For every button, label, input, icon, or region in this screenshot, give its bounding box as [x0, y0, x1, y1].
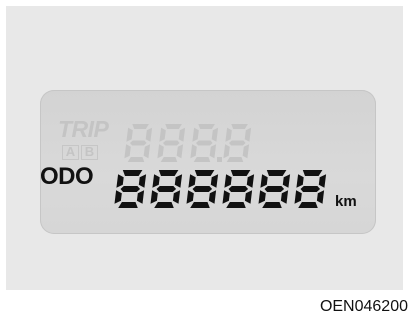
odo-segment-c — [208, 190, 217, 204]
odo-segment-a — [230, 170, 251, 176]
odo-segment-g — [120, 186, 141, 192]
trip-digit-3 — [223, 124, 252, 162]
odo-segment-a — [158, 170, 179, 176]
odo-digit-2 — [186, 170, 219, 208]
trip-segment-e — [223, 144, 230, 159]
trip-segment-c — [176, 144, 184, 159]
figure-canvas: TRIP A B ODO km OEN046200 — [0, 0, 408, 321]
odo-digit-5 — [294, 170, 327, 208]
odo-segment-e — [114, 190, 122, 204]
odo-segment-g — [300, 186, 321, 192]
odo-digit-3 — [222, 170, 255, 208]
trip-segment-b — [178, 127, 186, 142]
trip-segment-e — [157, 144, 164, 159]
trip-decimal-point — [217, 157, 222, 162]
trip-digit-1 — [157, 124, 186, 162]
trip-segment-g — [229, 140, 246, 146]
odo-segment-b — [138, 174, 147, 188]
trip-segment-a — [165, 124, 182, 129]
odo-segment-g — [192, 186, 213, 192]
trip-segment-d — [226, 157, 244, 162]
odo-segment-f — [152, 174, 160, 188]
trip-segment-d — [160, 157, 178, 162]
trip-segment-c — [209, 144, 217, 159]
odo-digit-0 — [114, 170, 147, 208]
odo-digit-1 — [150, 170, 183, 208]
trip-segment-c — [242, 144, 250, 159]
odo-segment-d — [154, 202, 174, 208]
odo-segment-f — [188, 174, 196, 188]
odo-segment-f — [224, 174, 232, 188]
figure-code: OEN046200 — [319, 298, 408, 315]
odo-segment-e — [258, 190, 266, 204]
odo-segment-a — [266, 170, 287, 176]
odo-segment-e — [186, 190, 194, 204]
trip-segment-g — [163, 140, 180, 146]
odo-segment-c — [280, 190, 289, 204]
trip-segment-g — [196, 140, 213, 146]
trip-segment-d — [193, 157, 211, 162]
odo-segment-c — [172, 190, 181, 204]
odo-segment-b — [282, 174, 291, 188]
odo-segment-a — [122, 170, 143, 176]
trip-segment-f — [126, 127, 133, 142]
odo-segment-f — [296, 174, 304, 188]
trip-segment-c — [143, 144, 151, 159]
trip-segment-b — [145, 127, 153, 142]
odo-segment-c — [316, 190, 325, 204]
odo-segment-e — [150, 190, 158, 204]
trip-digit-2 — [190, 124, 219, 162]
odo-segment-c — [136, 190, 145, 204]
odo-label: ODO — [40, 163, 94, 190]
lcd-display: TRIP A B ODO km — [40, 90, 376, 234]
odo-digit-4 — [258, 170, 291, 208]
trip-segment-e — [124, 144, 131, 159]
trip-segment-b — [244, 127, 252, 142]
trip-segment-a — [231, 124, 248, 129]
unit-label: km — [335, 193, 357, 210]
odo-segment-a — [194, 170, 215, 176]
trip-segment-f — [159, 127, 166, 142]
odo-segment-e — [222, 190, 230, 204]
odo-segment-d — [226, 202, 246, 208]
odo-segment-d — [190, 202, 210, 208]
odo-digits — [114, 170, 327, 208]
odo-segment-b — [174, 174, 183, 188]
trip-segment-e — [190, 144, 197, 159]
trip-segment-f — [225, 127, 232, 142]
odo-segment-f — [260, 174, 268, 188]
odo-segment-d — [262, 202, 282, 208]
odo-segment-e — [294, 190, 302, 204]
odo-segment-a — [302, 170, 323, 176]
trip-segment-a — [198, 124, 215, 129]
trip-segment-b — [211, 127, 219, 142]
trip-digits — [124, 124, 252, 162]
trip-segment-a — [132, 124, 149, 129]
odo-segment-d — [298, 202, 318, 208]
trip-segment-d — [127, 157, 145, 162]
odo-segment-d — [118, 202, 138, 208]
odo-segment-b — [210, 174, 219, 188]
odo-segment-g — [228, 186, 249, 192]
odo-segment-c — [244, 190, 253, 204]
trip-digit-0 — [124, 124, 153, 162]
segment-layer — [114, 124, 327, 208]
odo-segment-f — [116, 174, 124, 188]
odo-segment-g — [264, 186, 285, 192]
odo-segment-g — [156, 186, 177, 192]
trip-segment-g — [130, 140, 147, 146]
odo-segment-b — [318, 174, 327, 188]
odo-segment-b — [246, 174, 255, 188]
trip-segment-f — [192, 127, 199, 142]
